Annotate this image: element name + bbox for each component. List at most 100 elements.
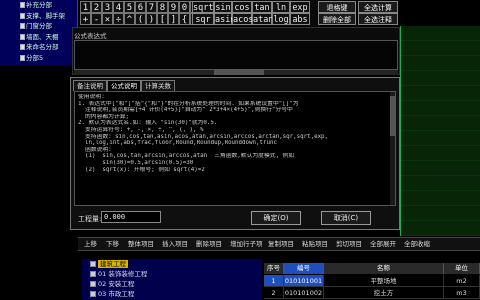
column-header[interactable]: 序号 <box>264 263 284 274</box>
tree-item-installation[interactable]: 02 安装工程 <box>82 279 262 289</box>
table-cell-seq[interactable]: 1 <box>264 275 284 287</box>
help-line: 1. 表达式中["和"]"括"{"和"}"的在分析系统处理的时间. 如果系统设置… <box>78 100 299 107</box>
expand-icon[interactable] <box>90 271 96 277</box>
key-tan[interactable]: tan <box>252 1 272 13</box>
help-line: (1) sin,cos,tan,arcsin,arccos,atan 三角函数,… <box>78 153 295 160</box>
tab-formula-help[interactable]: 公式说明 <box>107 80 141 91</box>
expand-icon[interactable] <box>90 261 96 267</box>
paste-item-button[interactable]: 粘贴项目 <box>302 238 328 251</box>
key-3[interactable]: 3 <box>102 1 113 13</box>
key-acos[interactable]: acos <box>232 13 253 25</box>
add-subrow-button[interactable]: 增加行子项 <box>230 238 263 251</box>
delete-item-button[interactable]: 删除项目 <box>196 238 222 251</box>
key-power[interactable]: ^ <box>124 13 135 25</box>
key-cos[interactable]: cos <box>232 1 252 13</box>
key-atan[interactable]: atan <box>252 13 273 25</box>
expand-icon[interactable] <box>90 291 96 297</box>
key-1[interactable]: 1 <box>80 1 91 13</box>
table-cell-unit[interactable]: m2 <box>444 275 480 287</box>
delete-all-button[interactable]: 删除全部 <box>318 13 356 25</box>
tree-item[interactable]: 来命名分部 <box>0 42 77 53</box>
key-4[interactable]: 4 <box>113 1 124 13</box>
ok-button[interactable]: 确定(O) <box>251 211 301 225</box>
help-text-area[interactable]: 使用说明: 1. 表达式中["和"]"括"{"和"}"的在分析系统处理的时间. … <box>74 91 396 206</box>
key-2[interactable]: 2 <box>91 1 102 13</box>
key-abs[interactable]: abs <box>290 13 310 25</box>
key-plus[interactable]: + <box>80 13 91 25</box>
table-cell-unit[interactable]: m3 <box>444 287 480 299</box>
tree-item-label: 支撑、脚手架 <box>26 11 65 20</box>
key-log[interactable]: log <box>272 13 290 25</box>
key-minus[interactable]: - <box>91 13 102 25</box>
scroll-thumb[interactable] <box>390 96 395 136</box>
tree-item-label: 门窗分部 <box>26 22 52 30</box>
top-category-tree[interactable]: 补充分部 支撑、脚手架 门窗分部 墙面、天棚 来命名分部 分部5 <box>0 0 78 66</box>
tab-calc-params[interactable]: 计算关数 <box>141 80 175 91</box>
key-8[interactable]: 8 <box>157 1 168 13</box>
table-cell-code[interactable]: 010101002 <box>284 287 324 299</box>
tree-item-label: 来命名分部 <box>26 43 59 51</box>
help-line: 支持运算符号: +, -, ×, ÷, ^, (, ), % <box>78 126 204 133</box>
move-up-button[interactable]: 上移 <box>84 238 97 251</box>
tree-item-label: 装饰装修工程 <box>108 270 148 278</box>
tree-item-building[interactable]: 建筑工程 <box>82 259 262 269</box>
tree-item[interactable]: 补充分部 <box>0 0 77 11</box>
help-scrollbar[interactable] <box>390 92 395 205</box>
collapse-all-button[interactable]: 全部收缩 <box>404 238 430 251</box>
formula-title: 公式表达式 <box>74 32 107 40</box>
key-exp[interactable]: exp <box>290 1 310 13</box>
key-0[interactable]: 0 <box>179 1 190 13</box>
copy-item-button[interactable]: 复制项目 <box>268 238 294 251</box>
cut-item-button[interactable]: 剪切项目 <box>336 238 362 251</box>
horizontal-scrollbar[interactable] <box>74 70 398 75</box>
backspace-button[interactable]: 退格键 <box>318 1 356 13</box>
key-9[interactable]: 9 <box>168 1 179 13</box>
expand-all-button[interactable]: 全部展开 <box>370 238 396 251</box>
table-cell-seq[interactable]: 2 <box>264 287 284 299</box>
project-tree[interactable]: 建筑工程 01 装饰装修工程 02 安装工程 03 市政工程 <box>82 259 262 300</box>
tree-item-num: 03 <box>98 290 107 298</box>
whole-item-button[interactable]: 整体项目 <box>128 238 154 251</box>
tree-item[interactable]: 墙面、天棚 <box>0 32 77 43</box>
key-ln[interactable]: ln <box>272 1 290 13</box>
key-lparen[interactable]: ( <box>135 13 146 25</box>
tree-item-num: 02 <box>98 280 107 288</box>
column-header[interactable]: 编号 <box>284 263 324 274</box>
select-all-notes-button[interactable]: 全选注释 <box>358 13 398 25</box>
table-cell-name[interactable]: 平整场地 <box>324 275 444 287</box>
expand-icon[interactable] <box>90 281 96 287</box>
key-7[interactable]: 7 <box>146 1 157 13</box>
key-divide[interactable]: ÷ <box>113 13 124 25</box>
key-rbracket[interactable]: ] <box>168 13 179 25</box>
key-lbracket[interactable]: [ <box>157 13 168 25</box>
quantity-label: 工程量: <box>78 215 102 223</box>
table-cell-code[interactable]: 010101001 <box>284 275 324 287</box>
key-multiply[interactable]: × <box>102 13 113 25</box>
tree-item-municipal[interactable]: 03 市政工程 <box>82 289 262 299</box>
key-rparen[interactable]: ) <box>146 13 157 25</box>
tree-item[interactable]: 门窗分部 <box>0 21 77 32</box>
key-sqrt[interactable]: sqrt <box>192 1 214 13</box>
select-all-calc-button[interactable]: 全选计算 <box>358 1 398 13</box>
tree-item-decoration[interactable]: 01 装饰装修工程 <box>82 269 262 279</box>
tab-notes[interactable]: 备注说明 <box>73 80 107 91</box>
column-header[interactable]: 名称 <box>324 263 444 274</box>
formula-dialog: 备注说明 公式说明 计算关数 使用说明: 1. 表达式中["和"]"括"{"和"… <box>70 77 400 230</box>
key-6[interactable]: 6 <box>135 1 146 13</box>
tree-item[interactable]: 支撑、脚手架 <box>0 11 77 22</box>
move-down-button[interactable]: 下移 <box>106 238 119 251</box>
quantity-input[interactable]: 0.000 <box>101 211 161 223</box>
table-cell-name[interactable]: 挖土方 <box>324 287 444 299</box>
formula-input[interactable] <box>74 40 398 70</box>
key-5[interactable]: 5 <box>124 1 135 13</box>
key-sqr[interactable]: sqr <box>192 13 214 25</box>
column-header[interactable]: 单位 <box>444 263 480 274</box>
cancel-button[interactable]: 取消(C) <box>321 211 371 225</box>
help-line: 注释说明,会员期需[+4 计价(4+5)]"自动为" 2*3+4×(4+5)",… <box>78 107 293 114</box>
key-sin[interactable]: sin <box>214 1 232 13</box>
insert-item-button[interactable]: 插入项目 <box>162 238 188 251</box>
scroll-thumb[interactable] <box>214 70 264 75</box>
key-lbrace[interactable]: { <box>179 13 190 25</box>
key-asin[interactable]: asin <box>214 13 235 25</box>
tree-item[interactable]: 分部5 <box>0 53 77 64</box>
